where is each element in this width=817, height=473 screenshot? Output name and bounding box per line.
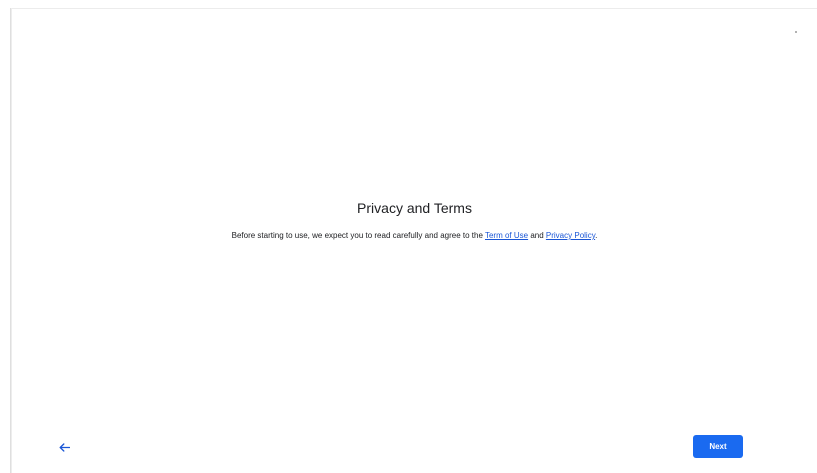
page-description: Before starting to use, we expect you to… <box>12 231 817 240</box>
arrow-left-icon <box>59 442 70 452</box>
back-button[interactable] <box>57 440 71 454</box>
page-title: Privacy and Terms <box>357 200 472 216</box>
window-top-border <box>10 8 817 9</box>
status-dot <box>795 31 797 33</box>
privacy-policy-link[interactable]: Privacy Policy <box>546 231 595 240</box>
description-suffix: . <box>595 231 598 240</box>
terms-of-use-link[interactable]: Term of Use <box>485 231 528 240</box>
window-left-border <box>10 8 12 473</box>
setup-window: Privacy and Terms Before starting to use… <box>0 0 817 473</box>
description-prefix: Before starting to use, we expect you to… <box>231 231 485 240</box>
description-middle: and <box>528 231 546 240</box>
next-button[interactable]: Next <box>693 435 743 458</box>
